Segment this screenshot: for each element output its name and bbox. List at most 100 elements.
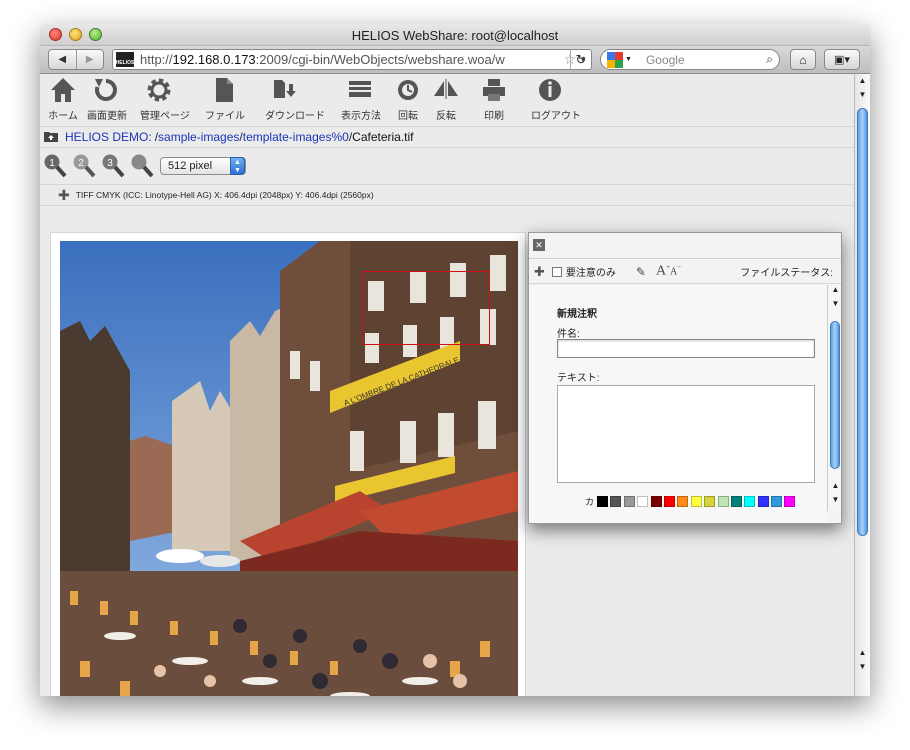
address-bar[interactable]: HELIOS http://192.168.0.173:2009/cgi-bin… xyxy=(112,49,592,70)
new-note-form: 新規注釈 件名: テキスト: カ xyxy=(529,285,827,523)
browser-window: HELIOS WebShare: root@localhost ◀ ▶ HELI… xyxy=(40,24,870,696)
zoom-bar: 1 2 3 512 pixel ▲ ▼ xyxy=(40,147,854,183)
toolbar-label: ダウンロード xyxy=(265,111,325,122)
toolbar-label: 印刷 xyxy=(484,111,504,122)
toolbar-flip[interactable]: 反転 xyxy=(427,74,465,124)
back-button[interactable]: ◀ xyxy=(49,50,76,69)
color-swatch[interactable] xyxy=(677,496,689,507)
toolbar-admin[interactable]: 管理ページ xyxy=(140,74,190,124)
webshare-page: ホーム 画面更新 管理ページ ファイル ダウンロード 表示方法 回転 反転 印刷… xyxy=(40,74,854,696)
color-swatch[interactable] xyxy=(650,496,662,507)
search-field[interactable]: ▼ Google ⌕ xyxy=(600,49,780,70)
browser-toolbar: ◀ ▶ HELIOS http://192.168.0.173:2009/cgi… xyxy=(40,46,870,74)
file-info-bar: ✚ TIFF CMYK (ICC: Linotype-Hell AG) X: 4… xyxy=(40,184,854,206)
color-swatch[interactable] xyxy=(623,496,635,507)
toolbar-label: 回転 xyxy=(398,111,418,122)
scroll-down-icon[interactable]: ▼ xyxy=(855,662,870,676)
panel-scroll-thumb[interactable] xyxy=(830,321,840,469)
scroll-up-icon[interactable]: ▲ xyxy=(828,481,843,495)
toolbar-view[interactable]: 表示方法 xyxy=(341,74,381,124)
search-icon[interactable]: ⌕ xyxy=(766,52,773,67)
important-only-checkbox[interactable] xyxy=(551,266,562,277)
zoom-2-icon[interactable]: 2 xyxy=(72,153,97,179)
site-favicon: HELIOS xyxy=(116,52,134,67)
webshare-toolbar: ホーム 画面更新 管理ページ ファイル ダウンロード 表示方法 回転 反転 印刷… xyxy=(40,74,854,124)
google-icon xyxy=(607,51,623,68)
toolbar-label: ホーム xyxy=(48,111,78,122)
zoom-4-icon[interactable] xyxy=(130,153,155,179)
scroll-down-icon[interactable]: ▼ xyxy=(828,299,843,313)
breadcrumb-root[interactable]: HELIOS DEMO: xyxy=(65,130,152,144)
svg-text:1: 1 xyxy=(49,158,55,169)
breadcrumb: HELIOS DEMO: / sample-images / template-… xyxy=(40,126,854,146)
folder-up-icon[interactable] xyxy=(44,131,58,142)
toolbar-download[interactable]: ダウンロード xyxy=(265,74,325,124)
close-icon[interactable]: ✕ xyxy=(533,239,545,251)
color-swatch[interactable] xyxy=(757,496,769,507)
color-swatches xyxy=(597,496,798,507)
page-scroll-thumb[interactable] xyxy=(857,108,868,536)
breadcrumb-template-images[interactable]: template-images%0 xyxy=(243,130,349,144)
breadcrumb-sample-images[interactable]: sample-images xyxy=(158,130,239,144)
search-engine-dropdown-icon[interactable]: ▼ xyxy=(625,56,632,63)
color-swatch[interactable] xyxy=(717,496,729,507)
panel-scrollbar[interactable]: ▲ ▼ ▲ ▼ xyxy=(827,285,841,511)
toolbar-label: ログアウト xyxy=(531,111,581,122)
toolbar-rotate[interactable]: 回転 xyxy=(389,74,427,124)
rotate-icon xyxy=(394,76,422,104)
color-swatch[interactable] xyxy=(730,496,742,507)
zoom-1-icon[interactable]: 1 xyxy=(43,153,68,179)
scroll-up-icon[interactable]: ▲ xyxy=(855,648,870,662)
preview-image[interactable]: A L'OMBRE DE LA CATHEDRALE xyxy=(60,241,518,696)
annotation-selection-rect[interactable] xyxy=(362,271,490,345)
scroll-down-icon[interactable]: ▼ xyxy=(855,90,870,104)
toolbar-label: ファイル xyxy=(205,111,245,122)
url-text[interactable]: http://192.168.0.173:2009/cgi-bin/WebObj… xyxy=(140,52,561,67)
edit-note-icon[interactable]: ✎ xyxy=(636,265,646,279)
color-swatch[interactable] xyxy=(784,496,796,507)
color-swatch[interactable] xyxy=(744,496,756,507)
info-icon xyxy=(536,76,564,104)
color-label: カ xyxy=(585,497,595,507)
printer-icon xyxy=(480,76,508,104)
scroll-up-icon[interactable]: ▲ xyxy=(828,285,843,299)
home-browser-button[interactable]: ⌂ xyxy=(790,49,816,70)
add-note-icon[interactable]: ✚ xyxy=(534,264,545,280)
add-annotation-icon[interactable]: ✚ xyxy=(58,187,70,204)
toolbar-logout[interactable]: ログアウト xyxy=(531,74,581,124)
toolbar-label: 表示方法 xyxy=(341,111,381,122)
toolbar-file[interactable]: ファイル xyxy=(205,74,245,124)
download-icon xyxy=(270,76,298,104)
reload-icon[interactable]: ↻ xyxy=(570,49,591,70)
forward-button[interactable]: ▶ xyxy=(75,50,104,69)
back-forward-buttons: ◀ ▶ xyxy=(48,49,104,70)
color-swatch[interactable] xyxy=(610,496,622,507)
flip-icon xyxy=(432,76,460,104)
breadcrumb-file: Cafeteria.tif xyxy=(352,129,414,144)
refresh-icon xyxy=(92,76,120,104)
bookmarks-menu-button[interactable]: ▣▾ xyxy=(824,49,860,70)
select-arrows-icon: ▲ ▼ xyxy=(230,156,245,175)
page-scrollbar[interactable]: ▲ ▼ ▲ ▼ xyxy=(854,74,870,696)
home-icon xyxy=(49,76,77,104)
color-swatch[interactable] xyxy=(704,496,716,507)
color-swatch[interactable] xyxy=(690,496,702,507)
color-palette: カ xyxy=(585,495,798,508)
scroll-up-icon[interactable]: ▲ xyxy=(855,76,870,90)
size-select-value: 512 pixel xyxy=(168,159,213,172)
color-swatch[interactable] xyxy=(637,496,649,507)
color-swatch[interactable] xyxy=(597,496,609,507)
toolbar-home[interactable]: ホーム xyxy=(44,74,82,124)
color-swatch[interactable] xyxy=(663,496,675,507)
toolbar-print[interactable]: 印刷 xyxy=(475,74,513,124)
scroll-down-icon[interactable]: ▼ xyxy=(828,495,843,509)
subject-input[interactable] xyxy=(557,339,815,358)
text-textarea[interactable] xyxy=(557,385,815,483)
font-size-icon[interactable]: A+A− xyxy=(656,263,681,280)
color-swatch[interactable] xyxy=(771,496,783,507)
zoom-3-icon[interactable]: 3 xyxy=(101,153,126,179)
size-select[interactable]: 512 pixel ▲ ▼ xyxy=(160,156,246,175)
panel-header: ✕ xyxy=(529,233,841,259)
subject-label: 件名: xyxy=(557,329,580,340)
toolbar-refresh[interactable]: 画面更新 xyxy=(87,74,127,124)
